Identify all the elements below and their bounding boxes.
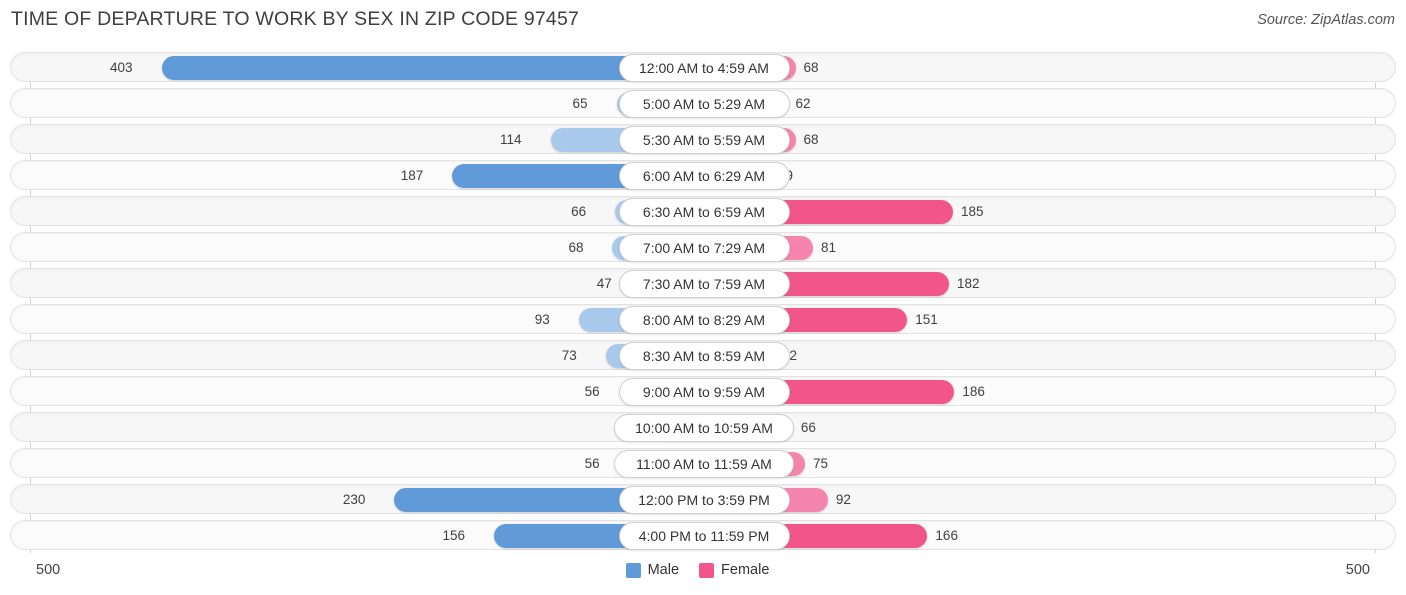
value-label-male: 68 — [568, 240, 584, 255]
category-label-pill: 12:00 PM to 3:59 PM — [618, 486, 790, 514]
category-label-pill: 7:30 AM to 7:59 AM — [618, 270, 790, 298]
value-label-female: 185 — [961, 204, 984, 219]
legend: Male Female — [0, 562, 1406, 578]
value-label-male: 66 — [571, 204, 587, 219]
legend-swatch-male — [625, 562, 641, 578]
legend-label-female: Female — [721, 562, 770, 578]
category-label-pill: 8:00 AM to 8:29 AM — [618, 306, 790, 334]
value-label-male: 73 — [561, 348, 577, 363]
value-label-female: 182 — [956, 276, 980, 291]
value-label-male: 114 — [500, 132, 522, 147]
table-row[interactable]: 47 182 7:30 AM to 7:59 AM — [10, 268, 1396, 298]
value-label-male: 403 — [110, 60, 133, 75]
table-row[interactable]: 73 52 8:30 AM to 8:59 AM — [10, 340, 1396, 370]
value-label-female: 81 — [821, 240, 837, 255]
value-label-female: 68 — [803, 60, 819, 75]
chart-container: TIME OF DEPARTURE TO WORK BY SEX IN ZIP … — [0, 0, 1406, 595]
category-label-pill: 12:00 AM to 4:59 AM — [618, 54, 790, 82]
value-label-female: 68 — [803, 132, 819, 147]
value-label-female: 151 — [915, 312, 938, 327]
category-label-pill: 9:00 AM to 9:59 AM — [618, 378, 790, 406]
table-row[interactable]: 66 185 6:30 AM to 6:59 AM — [10, 196, 1396, 226]
value-label-female: 62 — [795, 96, 811, 111]
legend-label-male: Male — [647, 562, 680, 578]
table-row[interactable]: 86610:00 AM to 10:59 AM — [10, 412, 1396, 442]
value-label-male: 56 — [584, 456, 600, 471]
chart-footer: 500 500 Male Female — [0, 556, 1406, 595]
category-label-pill: 6:30 AM to 6:59 AM — [618, 198, 790, 226]
legend-item-female[interactable]: Female — [699, 562, 769, 578]
category-label-pill: 10:00 AM to 10:59 AM — [614, 414, 794, 442]
category-label-pill: 6:00 AM to 6:29 AM — [618, 162, 790, 190]
table-row[interactable]: 93 151 8:00 AM to 8:29 AM — [10, 304, 1396, 334]
page-title: TIME OF DEPARTURE TO WORK BY SEX IN ZIP … — [11, 8, 580, 30]
table-row[interactable]: 65 62 5:00 AM to 5:29 AM — [10, 88, 1396, 118]
table-row[interactable]: 56 75 11:00 AM to 11:59 AM — [10, 448, 1396, 478]
legend-swatch-female — [699, 562, 715, 578]
category-label-pill: 8:30 AM to 8:59 AM — [618, 342, 790, 370]
category-label-pill: 11:00 AM to 11:59 AM — [614, 450, 794, 478]
legend-item-male[interactable]: Male — [625, 562, 680, 578]
category-label-pill: 7:00 AM to 7:29 AM — [618, 234, 790, 262]
table-row[interactable]: 56 186 9:00 AM to 9:59 AM — [10, 376, 1396, 406]
table-row[interactable]: 68 81 7:00 AM to 7:29 AM — [10, 232, 1396, 262]
value-label-male: 187 — [400, 168, 424, 183]
table-row[interactable]: 114 68 5:30 AM to 5:59 AM — [10, 124, 1396, 154]
table-row[interactable]: 187496:00 AM to 6:29 AM — [10, 160, 1396, 190]
value-label-male: 56 — [584, 384, 600, 399]
value-label-male: 47 — [596, 276, 612, 291]
value-label-female: 75 — [812, 456, 828, 471]
value-label-male: 230 — [342, 492, 366, 507]
category-label-pill: 5:00 AM to 5:29 AM — [618, 90, 790, 118]
value-label-female: 166 — [935, 528, 958, 543]
value-label-female: 92 — [835, 492, 851, 507]
value-label-male: 156 — [442, 528, 466, 543]
value-label-male: 65 — [572, 96, 588, 111]
value-label-male: 93 — [534, 312, 550, 327]
category-label-pill: 5:30 AM to 5:59 AM — [618, 126, 790, 154]
value-label-female: 186 — [962, 384, 985, 399]
value-label-female: 66 — [800, 420, 816, 435]
table-row[interactable]: 403 68 12:00 AM to 4:59 AM — [10, 52, 1396, 82]
plot-area: 403 68 12:00 AM to 4:59 AM 65 62 5:00 AM to 5… — [0, 52, 1406, 553]
table-row[interactable]: 230 92 12:00 PM to 3:59 PM — [10, 484, 1396, 514]
source-attribution: Source: ZipAtlas.com — [1257, 12, 1395, 28]
category-label-pill: 4:00 PM to 11:59 PM — [618, 522, 790, 550]
table-row[interactable]: 156 166 4:00 PM to 11:59 PM — [10, 520, 1396, 550]
